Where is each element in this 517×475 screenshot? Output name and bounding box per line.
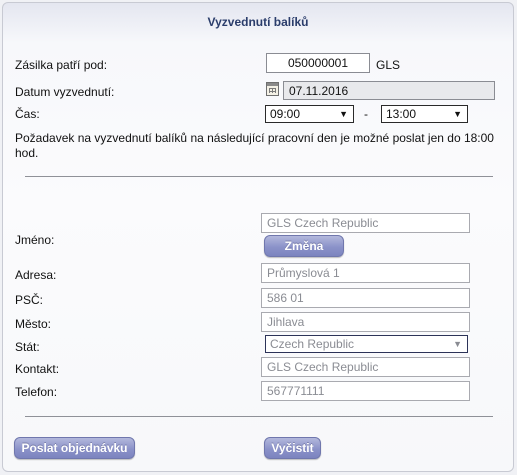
- change-button[interactable]: Změna: [264, 235, 344, 257]
- street-label: Adresa:: [15, 268, 57, 282]
- pickup-date-label: Datum vyzvednutí:: [15, 85, 115, 99]
- time-to-select[interactable]: 13:00 ▼: [381, 105, 468, 123]
- form-title: Vyzvednutí balíků: [207, 15, 309, 29]
- submit-order-button[interactable]: Poslat objednávku: [14, 437, 135, 459]
- calendar-icon[interactable]: [266, 82, 279, 96]
- time-from-select[interactable]: 09:00 ▼: [265, 105, 354, 123]
- time-separator: -: [364, 107, 368, 121]
- pickup-date-input[interactable]: 07.11.2016: [283, 81, 495, 100]
- divider: [25, 176, 493, 177]
- country-label: Stát:: [15, 340, 40, 354]
- city-field[interactable]: Jihlava: [261, 312, 470, 332]
- zip-field[interactable]: 586 01: [261, 288, 470, 308]
- time-to-value: 13:00: [386, 107, 417, 121]
- street-field[interactable]: Průmyslová 1: [261, 263, 470, 283]
- name-field[interactable]: GLS Czech Republic: [261, 213, 470, 233]
- contact-field[interactable]: GLS Czech Republic: [261, 357, 470, 377]
- notice-text: Požadavek na vyzvednutí balíků na násled…: [15, 131, 494, 160]
- carrier-label: GLS: [376, 58, 401, 72]
- shipment-number-input[interactable]: 050000001: [266, 53, 370, 73]
- time-from-value: 09:00: [270, 107, 301, 121]
- divider: [25, 416, 493, 417]
- phone-label: Telefon:: [15, 385, 58, 399]
- pickup-form-panel: Vyzvednutí balíků Zásilka patří pod: 050…: [2, 2, 514, 472]
- name-label: Jméno:: [15, 233, 55, 247]
- country-value: Czech Republic: [270, 337, 355, 351]
- contact-label: Kontakt:: [15, 362, 60, 376]
- chevron-down-icon: ▼: [453, 109, 462, 119]
- zip-label: PSČ:: [15, 293, 44, 307]
- time-label: Čas:: [15, 107, 40, 121]
- phone-field[interactable]: 567771111: [261, 381, 470, 401]
- chevron-down-icon: ▼: [339, 109, 348, 119]
- chevron-down-icon: ▼: [453, 339, 462, 349]
- country-select[interactable]: Czech Republic ▼: [265, 335, 468, 353]
- city-label: Město:: [15, 317, 52, 331]
- clear-button[interactable]: Vyčistit: [264, 437, 321, 459]
- shipment-label: Zásilka patří pod:: [15, 58, 108, 72]
